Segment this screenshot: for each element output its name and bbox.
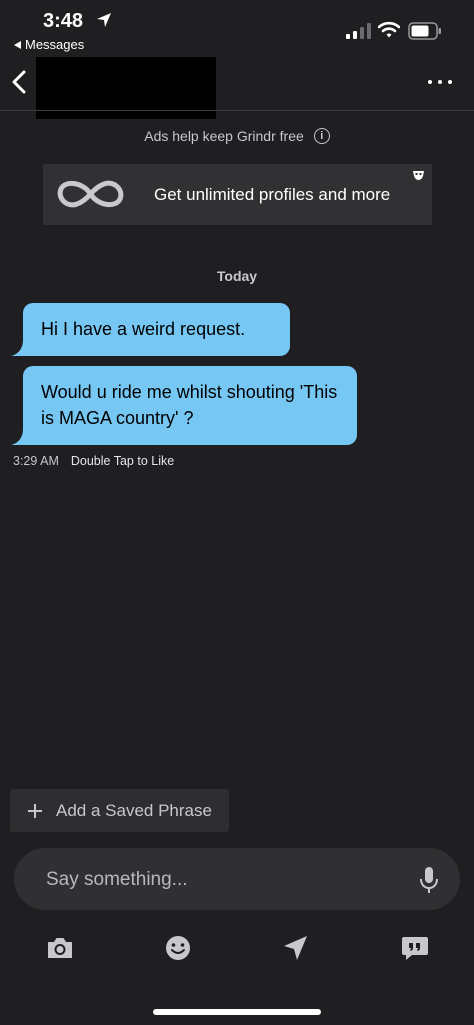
ads-notice-text: Ads help keep Grindr free [144,128,304,144]
emoji-icon[interactable] [163,934,193,962]
back-to-app-link[interactable]: Messages [14,37,84,52]
header-divider [0,110,474,111]
saved-phrases-icon[interactable] [400,934,430,962]
grindr-mask-icon [413,171,424,180]
ad-banner[interactable]: Get unlimited profiles and more [43,164,432,225]
back-app-label: Messages [25,37,85,52]
back-triangle-icon [14,40,21,49]
plus-icon [28,803,42,818]
send-location-icon[interactable] [281,934,311,962]
ads-notice: Ads help keep Grindr free i [0,128,474,144]
double-tap-hint: Double Tap to Like [70,454,175,468]
microphone-icon[interactable] [419,866,439,894]
camera-icon[interactable] [45,934,75,962]
saved-phrase-label: Add a Saved Phrase [56,800,212,820]
message-timestamp: 3:29 AM [13,454,59,468]
message-bubble[interactable]: Would u ride me whilst shouting 'This is… [23,366,357,445]
more-options-icon[interactable] [428,76,452,88]
message-meta: 3:29 AM Double Tap to Like [13,454,174,468]
date-separator: Today [216,268,258,284]
message-input-container[interactable] [14,848,460,910]
message-bubble[interactable]: Hi I have a weird request. [23,303,290,356]
home-indicator[interactable] [153,1009,321,1015]
status-time: 3:48 [43,10,84,32]
infinity-icon [57,180,124,208]
back-chevron-icon[interactable] [8,64,30,100]
wifi-icon [378,21,400,38]
battery-icon [408,22,441,40]
location-arrow-icon [97,13,111,27]
message-input[interactable] [44,866,408,894]
ad-text: Get unlimited profiles and more [154,185,391,204]
add-saved-phrase-button[interactable]: Add a Saved Phrase [10,789,229,832]
info-icon[interactable]: i [313,128,330,144]
cellular-signal-icon [346,23,371,39]
